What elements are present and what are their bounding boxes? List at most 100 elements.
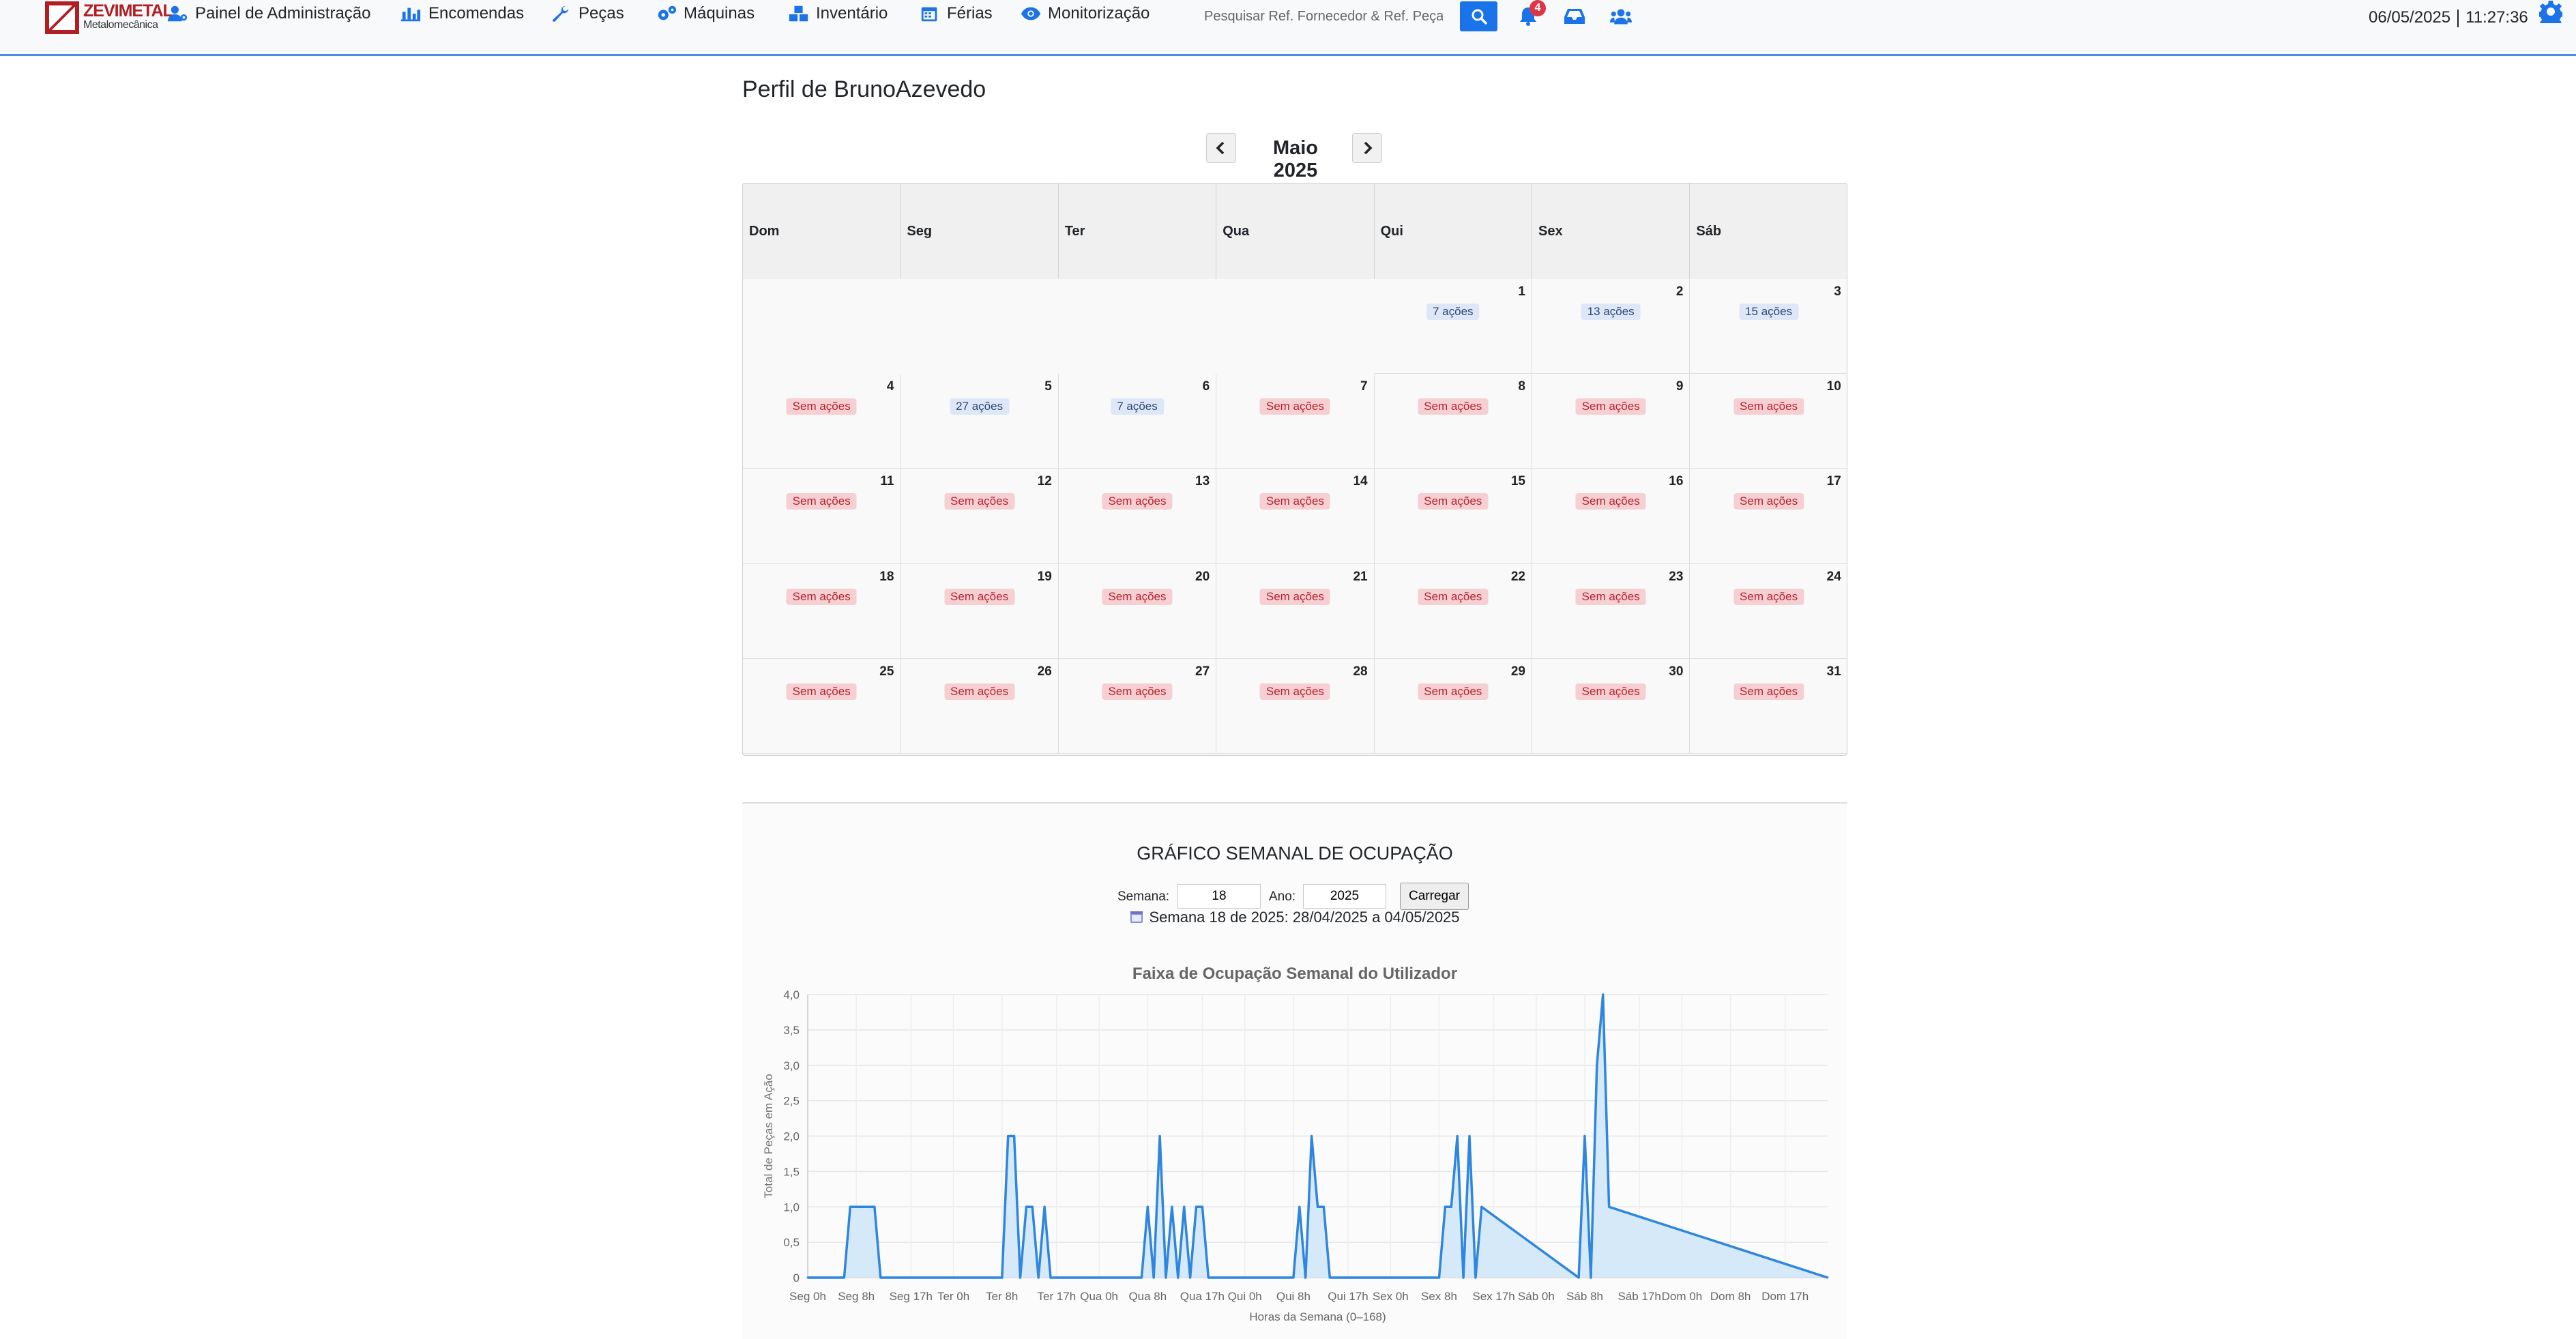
nav-admin-panel[interactable]: Painel de Administração — [168, 0, 370, 27]
team-button[interactable] — [1606, 3, 1636, 30]
calendar-day-cell[interactable]: 26 Sem ações — [901, 658, 1059, 754]
calendar-day-cell[interactable]: 10 Sem ações — [1690, 374, 1847, 469]
month-label: Maio 2025 — [1272, 137, 1319, 181]
calendar-day-cell[interactable]: 5 27 ações — [901, 374, 1059, 469]
no-actions-badge[interactable]: Sem ações — [1259, 493, 1330, 510]
search-button[interactable] — [1460, 1, 1497, 31]
no-actions-badge[interactable]: Sem ações — [1733, 683, 1804, 700]
logo-brand: ZEVIMETAL — [83, 1, 173, 20]
actions-count-badge[interactable]: 15 ações — [1739, 304, 1799, 320]
no-actions-badge[interactable]: Sem ações — [786, 683, 857, 700]
day-number: 8 — [1518, 379, 1525, 394]
inbox-button[interactable] — [1560, 3, 1590, 30]
day-number: 1 — [1518, 284, 1525, 299]
calendar-day-cell[interactable]: 17 Sem ações — [1690, 469, 1847, 564]
no-actions-badge[interactable]: Sem ações — [1575, 493, 1646, 510]
calendar-day-cell[interactable]: 1 7 ações — [1374, 279, 1532, 374]
day-number: 25 — [879, 664, 894, 679]
no-actions-badge[interactable]: Sem ações — [786, 398, 857, 415]
data-point — [849, 1205, 851, 1208]
weekday-header: Dom — [743, 183, 901, 279]
calendar-day-cell[interactable]: 7 Sem ações — [1216, 374, 1375, 469]
actions-count-badge[interactable]: 13 ações — [1581, 304, 1641, 320]
no-actions-badge[interactable]: Sem ações — [944, 588, 1015, 605]
calendar-day-cell[interactable]: 13 Sem ações — [1058, 469, 1217, 564]
x-tick-label: Seg 17h — [890, 1290, 933, 1303]
day-number: 19 — [1037, 569, 1052, 584]
no-actions-badge[interactable]: Sem ações — [1733, 398, 1804, 415]
calendar-day-cell[interactable]: 6 7 ações — [1058, 374, 1217, 469]
notification-badge: 4 — [1530, 0, 1546, 16]
calendar-day-cell[interactable]: 22 Sem ações — [1374, 563, 1532, 659]
boxes-icon — [789, 5, 808, 22]
no-actions-badge[interactable]: Sem ações — [1259, 588, 1330, 605]
calendar-day-cell[interactable]: 25 Sem ações — [743, 658, 901, 754]
actions-count-badge[interactable]: 7 ações — [1426, 304, 1480, 320]
calendar-day-cell[interactable]: 3 15 ações — [1690, 279, 1847, 374]
calendar-day-cell[interactable]: 31 Sem ações — [1690, 658, 1847, 754]
next-month-button[interactable] — [1352, 133, 1382, 163]
no-actions-badge[interactable]: Sem ações — [1102, 683, 1173, 700]
calendar-day-cell[interactable]: 30 Sem ações — [1532, 658, 1690, 754]
no-actions-badge[interactable]: Sem ações — [1575, 588, 1646, 605]
no-actions-badge[interactable]: Sem ações — [786, 588, 857, 605]
calendar-day-cell[interactable]: 14 Sem ações — [1216, 469, 1375, 564]
data-point — [1450, 1205, 1452, 1208]
calendar-day-cell[interactable]: 28 Sem ações — [1216, 658, 1375, 754]
no-actions-badge[interactable]: Sem ações — [1418, 588, 1489, 605]
calendar-day-cell[interactable]: 2 13 ações — [1532, 279, 1690, 374]
nav-machines[interactable]: Máquinas — [656, 0, 755, 27]
calendar-day-cell[interactable]: 8 Sem ações — [1374, 374, 1532, 469]
no-actions-badge[interactable]: Sem ações — [786, 493, 857, 510]
y-tick-label: 2,0 — [783, 1130, 800, 1143]
calendar-day-cell[interactable]: 29 Sem ações — [1374, 658, 1532, 754]
calendar-day-cell[interactable]: 4 Sem ações — [743, 374, 901, 469]
x-tick-label: Qui 17h — [1328, 1290, 1368, 1303]
no-actions-badge[interactable]: Sem ações — [1733, 493, 1804, 510]
no-actions-badge[interactable]: Sem ações — [1259, 683, 1330, 700]
nav-vacations[interactable]: Férias — [920, 0, 993, 27]
search-input[interactable] — [1197, 3, 1450, 30]
calendar-day-cell[interactable]: 23 Sem ações — [1532, 563, 1690, 659]
no-actions-badge[interactable]: Sem ações — [1418, 683, 1489, 700]
company-logo[interactable]: ZEVIMETAL Metalomecânica — [45, 1, 173, 34]
data-point — [1468, 1135, 1471, 1137]
calendar-day-cell[interactable]: 19 Sem ações — [901, 563, 1059, 659]
nav-inventory[interactable]: Inventário — [789, 0, 888, 27]
actions-count-badge[interactable]: 27 ações — [950, 398, 1010, 415]
x-tick-label: Qua 17h — [1180, 1290, 1225, 1303]
calendar-day-cell[interactable]: 21 Sem ações — [1216, 563, 1375, 659]
data-point — [1480, 1205, 1483, 1208]
calendar-day-cell[interactable]: 16 Sem ações — [1532, 469, 1690, 564]
calendar-day-cell[interactable]: 11 Sem ações — [743, 469, 901, 564]
actions-count-badge[interactable]: 7 ações — [1111, 398, 1164, 415]
day-number: 31 — [1826, 664, 1841, 679]
data-point — [1590, 1276, 1592, 1279]
no-actions-badge[interactable]: Sem ações — [1733, 588, 1804, 605]
no-actions-badge[interactable]: Sem ações — [1575, 683, 1646, 700]
day-number: 22 — [1510, 569, 1525, 584]
calendar-day-cell[interactable]: 12 Sem ações — [901, 469, 1059, 564]
no-actions-badge[interactable]: Sem ações — [1102, 588, 1173, 605]
calendar-day-cell[interactable]: 20 Sem ações — [1058, 563, 1217, 659]
calendar-day-cell[interactable]: 15 Sem ações — [1374, 469, 1532, 564]
no-actions-badge[interactable]: Sem ações — [1418, 398, 1489, 415]
data-point — [1049, 1276, 1052, 1279]
nav-monitoring[interactable]: Monitorização — [1021, 0, 1150, 27]
calendar-day-cell[interactable]: 27 Sem ações — [1058, 658, 1217, 754]
nav-parts[interactable]: Peças — [551, 0, 624, 27]
x-tick-label: Dom 8h — [1710, 1290, 1751, 1303]
x-tick-label: Dom 0h — [1662, 1290, 1703, 1303]
no-actions-badge[interactable]: Sem ações — [1575, 398, 1646, 415]
calendar-day-cell[interactable]: 24 Sem ações — [1690, 563, 1847, 659]
settings-button[interactable] — [2537, 0, 2566, 28]
no-actions-badge[interactable]: Sem ações — [944, 493, 1015, 510]
no-actions-badge[interactable]: Sem ações — [1259, 398, 1330, 415]
prev-month-button[interactable] — [1206, 133, 1236, 163]
no-actions-badge[interactable]: Sem ações — [1418, 493, 1489, 510]
no-actions-badge[interactable]: Sem ações — [944, 683, 1015, 700]
calendar-day-cell[interactable]: 18 Sem ações — [743, 563, 901, 659]
calendar-day-cell[interactable]: 9 Sem ações — [1532, 374, 1690, 469]
nav-orders[interactable]: Encomendas — [401, 0, 524, 27]
no-actions-badge[interactable]: Sem ações — [1102, 493, 1173, 510]
